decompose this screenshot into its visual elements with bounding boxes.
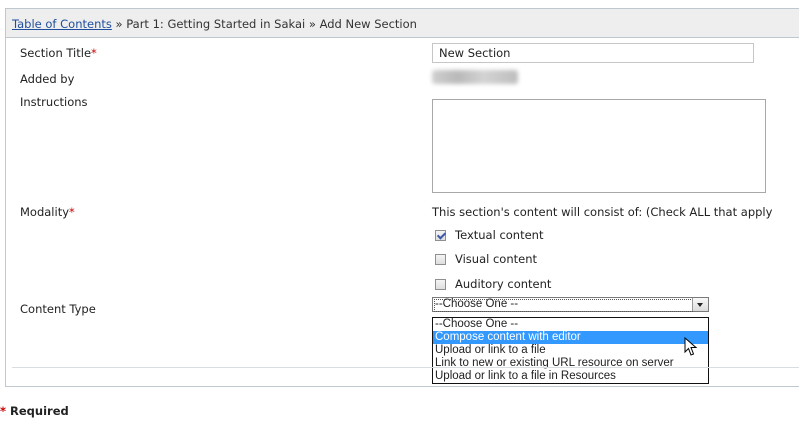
mouse-pointer-icon — [684, 337, 698, 356]
focus-outline — [434, 299, 693, 312]
content-type-dropdown-list: --Choose One -- Compose content with edi… — [432, 317, 709, 384]
required-legend: * Required — [0, 404, 69, 418]
breadcrumb-separator: » — [115, 17, 123, 31]
required-mark: * — [91, 46, 97, 60]
content-type-select[interactable]: --Choose One -- — [432, 297, 709, 312]
modality-option-textual[interactable]: Textual content — [435, 228, 543, 242]
content-type-label: Content Type — [20, 302, 96, 316]
checkbox-visual[interactable] — [435, 253, 446, 265]
section-title-label: Section Title* — [20, 46, 97, 60]
chevron-down-icon[interactable] — [692, 298, 708, 311]
breadcrumb-current: Add New Section — [319, 17, 417, 31]
checkbox-auditory[interactable] — [435, 278, 446, 290]
checkbox-label: Auditory content — [455, 277, 552, 291]
modality-option-visual[interactable]: Visual content — [435, 252, 537, 266]
checkbox-label: Visual content — [455, 252, 538, 266]
required-mark: * — [69, 205, 75, 219]
section-title-input[interactable] — [432, 43, 754, 63]
form-divider — [12, 367, 799, 368]
instructions-textarea[interactable] — [432, 99, 766, 193]
breadcrumb-separator: » — [308, 17, 316, 31]
checkbox-label: Textual content — [455, 228, 544, 242]
checkbox-textual[interactable] — [435, 229, 446, 241]
breadcrumb: Table of Contents » Part 1: Getting Star… — [12, 17, 417, 31]
required-legend-text: Required — [10, 404, 69, 418]
added-by-label: Added by — [20, 72, 75, 86]
required-mark: * — [0, 404, 7, 418]
dropdown-option[interactable]: Upload or link to a file in Resources — [433, 370, 708, 383]
dropdown-option[interactable]: Upload or link to a file — [433, 344, 708, 357]
instructions-label: Instructions — [20, 95, 88, 109]
dropdown-option[interactable]: --Choose One -- — [433, 318, 708, 331]
breadcrumb-part: Part 1: Getting Started in Sakai — [126, 17, 306, 31]
modality-label: Modality* — [20, 205, 75, 219]
modality-hint: This section's content will consist of: … — [432, 205, 773, 219]
breadcrumb-toc-link[interactable]: Table of Contents — [12, 17, 112, 31]
modality-option-auditory[interactable]: Auditory content — [435, 277, 551, 291]
dropdown-option[interactable]: Link to new or existing URL resource on … — [433, 357, 708, 370]
dropdown-option-highlighted[interactable]: Compose content with editor — [433, 331, 708, 344]
added-by-value-redacted — [432, 70, 518, 84]
